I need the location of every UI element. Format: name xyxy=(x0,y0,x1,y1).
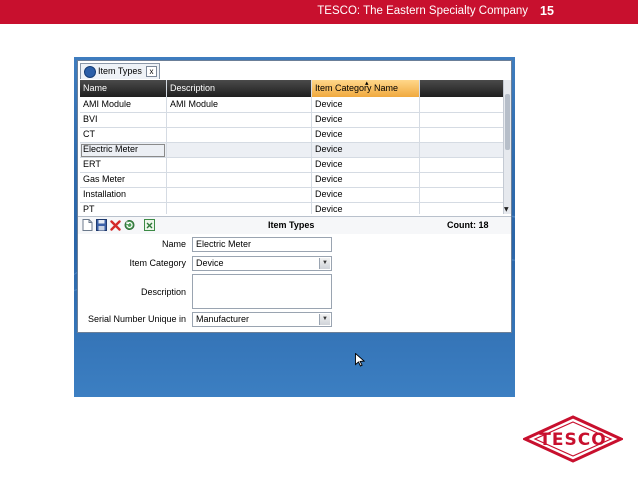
tesco-logo: TESCO xyxy=(521,415,625,467)
column-divider xyxy=(311,80,312,214)
table-row[interactable]: AMI Module AMI Module Device xyxy=(80,98,503,113)
export-icon[interactable] xyxy=(144,219,155,231)
chevron-down-icon[interactable]: ▼ xyxy=(319,258,330,269)
item-category-label: Item Category xyxy=(129,258,186,268)
serial-number-unique-label: Serial Number Unique in xyxy=(87,314,186,324)
delete-icon[interactable] xyxy=(110,219,121,231)
grid-vertical-scrollbar[interactable]: ▼ xyxy=(503,80,511,214)
item-category-select[interactable]: Device ▼ xyxy=(192,256,332,271)
table-row[interactable]: BVI Device xyxy=(80,113,503,128)
description-field[interactable] xyxy=(192,274,332,309)
table-row[interactable]: Gas Meter Device xyxy=(80,173,503,188)
table-row-selected[interactable]: Electric Meter Device xyxy=(80,143,503,158)
cell-name: Electric Meter xyxy=(83,144,139,154)
cell-category: Device xyxy=(315,144,343,154)
column-divider xyxy=(166,80,167,214)
cell-category: Device xyxy=(315,204,343,214)
cell-name: Gas Meter xyxy=(83,174,126,184)
description-label: Description xyxy=(140,287,186,297)
cell-name: PT xyxy=(83,204,95,214)
mouse-pointer-icon xyxy=(355,352,366,371)
toolbar-title: Item Types xyxy=(268,220,315,230)
save-icon[interactable] xyxy=(96,219,107,231)
scroll-down-icon[interactable]: ▼ xyxy=(504,206,509,213)
table-row[interactable]: Installation Device xyxy=(80,188,503,203)
close-icon[interactable]: x xyxy=(146,66,157,77)
item-types-window: Item Types x Name Description Item Categ… xyxy=(77,60,512,333)
item-types-grid: Name Description Item Category Name ▴ AM… xyxy=(80,79,503,218)
cell-category: Device xyxy=(315,174,343,184)
item-category-value: Device xyxy=(196,258,224,268)
tab-strip: Item Types x xyxy=(78,61,511,80)
column-divider xyxy=(419,80,420,214)
cell-name: BVI xyxy=(83,114,98,124)
sort-indicator-icon: ▴ xyxy=(365,79,369,87)
chevron-down-icon[interactable]: ▼ xyxy=(319,314,330,325)
cell-category: Device xyxy=(315,189,343,199)
column-header-name[interactable]: Name xyxy=(83,83,107,93)
cell-category: Device xyxy=(315,114,343,124)
slide-header-banner: TESCO: The Eastern Specialty Company 15 xyxy=(0,0,638,24)
serial-number-unique-value: Manufacturer xyxy=(196,314,250,324)
record-count: Count: 18 xyxy=(447,220,489,230)
tab-item-types[interactable]: Item Types x xyxy=(80,63,160,79)
svg-text:TESCO: TESCO xyxy=(539,430,606,450)
name-field[interactable]: Electric Meter xyxy=(192,237,332,252)
page-number: 15 xyxy=(540,4,554,18)
grid-rows: AMI Module AMI Module Device BVI Device … xyxy=(80,98,503,218)
table-row[interactable]: CT Device xyxy=(80,128,503,143)
new-icon[interactable] xyxy=(82,219,93,231)
refresh-icon[interactable] xyxy=(124,219,135,231)
desktop-screenshot: Item Types x Name Description Item Categ… xyxy=(74,57,515,397)
cell-name: AMI Module xyxy=(83,99,132,109)
serial-number-unique-select[interactable]: Manufacturer ▼ xyxy=(192,312,332,327)
item-type-detail-form: Name Electric Meter Item Category Device… xyxy=(78,234,511,331)
company-name: TESCO: The Eastern Specialty Company xyxy=(317,5,528,17)
cell-category: Device xyxy=(315,159,343,169)
cell-category: Device xyxy=(315,129,343,139)
column-header-description[interactable]: Description xyxy=(170,83,215,93)
cell-name: Installation xyxy=(83,189,127,199)
column-header-label: Item Category Name xyxy=(315,83,399,93)
cell-name: ERT xyxy=(83,159,101,169)
table-row[interactable]: ERT Device xyxy=(80,158,503,173)
cell-description: AMI Module xyxy=(170,99,219,109)
scrollbar-thumb[interactable] xyxy=(505,94,510,150)
item-types-toolbar: Item Types Count: 18 xyxy=(78,216,511,235)
tab-label: Item Types xyxy=(98,66,142,76)
cell-category: Device xyxy=(315,99,343,109)
cell-name: CT xyxy=(83,129,95,139)
name-label: Name xyxy=(161,239,186,249)
name-value: Electric Meter xyxy=(196,239,252,249)
grid-header: Name Description Item Category Name ▴ xyxy=(80,79,503,97)
item-types-icon xyxy=(84,66,96,78)
